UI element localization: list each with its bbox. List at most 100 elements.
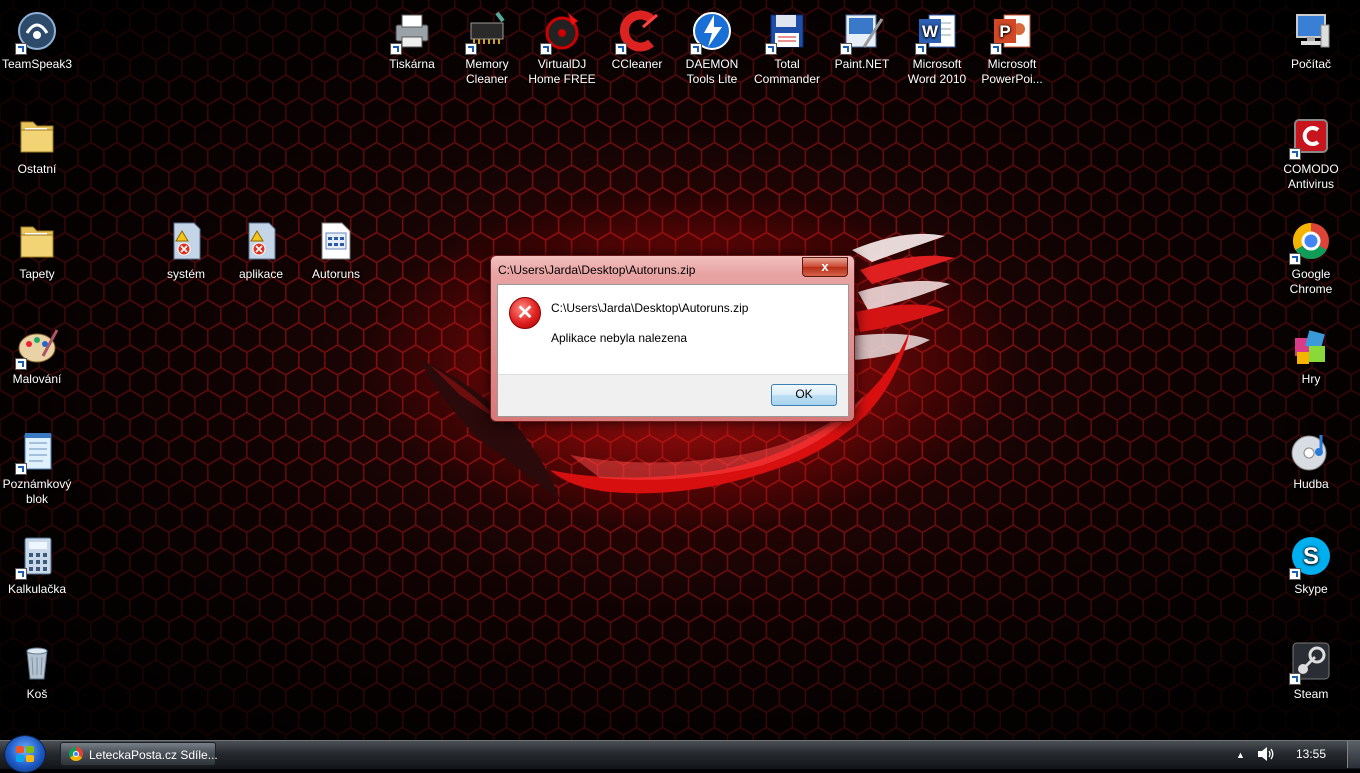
svg-text:S: S: [1303, 543, 1319, 570]
desktop-icon-ccleaner[interactable]: CCleaner: [600, 7, 674, 72]
desktop-icon-powerpoint[interactable]: P Microsoft PowerPoi...: [975, 7, 1049, 87]
desktop-icon-label: Malování: [12, 372, 62, 386]
desktop-icon-system[interactable]: systém: [149, 217, 223, 282]
desktop-icon-steam[interactable]: Steam: [1274, 637, 1348, 702]
shortcut-arrow-icon: [15, 43, 27, 55]
desktop-icon-kalkulacka[interactable]: Kalkulačka: [0, 532, 74, 597]
shortcut-arrow-icon: [990, 43, 1002, 55]
notepad-icon: [13, 427, 61, 475]
desktop-icon-label: Paint.NET: [834, 57, 890, 71]
floppy-disk-icon: [763, 7, 811, 55]
desktop-icon-label: Google Chrome: [1289, 267, 1333, 296]
shortcut-arrow-icon: [765, 43, 777, 55]
computer-icon: [1287, 7, 1335, 55]
dialog-message: Aplikace nebyla nalezena: [551, 331, 688, 345]
show-desktop-button[interactable]: [1347, 741, 1360, 768]
ccleaner-icon: [613, 7, 661, 55]
paint-net-icon: [838, 7, 886, 55]
desktop-icon-skype[interactable]: S Skype: [1274, 532, 1348, 597]
dialog-body: ✕ C:\Users\Jarda\Desktop\Autoruns.zip Ap…: [497, 284, 849, 417]
desktop-icon-daemon-tools[interactable]: DAEMON Tools Lite: [675, 7, 749, 87]
show-hidden-icons-arrow-icon[interactable]: ▲: [1236, 750, 1245, 760]
desktop-icon-google-chrome[interactable]: Google Chrome: [1274, 217, 1348, 297]
folder-icon: [13, 112, 61, 160]
desktop-icon-hry[interactable]: Hry: [1274, 322, 1348, 387]
desktop-icon-word-2010[interactable]: W Microsoft Word 2010: [900, 7, 974, 87]
shortcut-arrow-icon: [15, 358, 27, 370]
desktop-icon-label: TeamSpeak3: [1, 57, 73, 71]
shortcut-arrow-icon: [15, 463, 27, 475]
desktop-icon-label: Autoruns: [311, 267, 361, 281]
desktop-icon-label: Ostatní: [17, 162, 57, 176]
dialog-title: C:\Users\Jarda\Desktop\Autoruns.zip: [498, 263, 696, 277]
desktop-icon-label: VirtualDJ Home FREE: [528, 57, 596, 86]
shortcut-arrow-icon: [915, 43, 927, 55]
taskbar-window-label: LeteckaPosta.cz Sdíle...: [89, 748, 218, 762]
desktop-icon-label: Steam: [1293, 687, 1329, 701]
svg-text:W: W: [922, 22, 939, 41]
chrome-icon: [1287, 217, 1335, 265]
shortcut-arrow-icon: [15, 568, 27, 580]
desktop-icon-autoruns[interactable]: Autoruns: [299, 217, 373, 282]
desktop-icon-total-commander[interactable]: Total Commander: [750, 7, 824, 87]
desktop-icon-label: CCleaner: [611, 57, 663, 71]
powerpoint-icon: P: [988, 7, 1036, 55]
taskbar: LeteckaPosta.cz Sdíle... ▲ 13:55: [0, 735, 1360, 773]
desktop-icon-kos[interactable]: Koš: [0, 637, 74, 702]
desktop-icon-label: Microsoft Word 2010: [907, 57, 967, 86]
desktop-icon-label: COMODO Antivirus: [1283, 162, 1339, 191]
desktop-icon-label: Počítač: [1290, 57, 1332, 71]
desktop-icon-pocitac[interactable]: Počítač: [1274, 7, 1348, 72]
desktop-icon-malovani[interactable]: Malování: [0, 322, 74, 387]
desktop-icon-hudba[interactable]: Hudba: [1274, 427, 1348, 492]
clock[interactable]: 13:55: [1296, 747, 1326, 761]
desktop-icon-label: Total Commander: [753, 57, 821, 86]
desktop-icon-teamspeak[interactable]: TeamSpeak3: [0, 7, 74, 72]
desktop-icon-tapety[interactable]: Tapety: [0, 217, 74, 282]
word-icon: W: [913, 7, 961, 55]
warning-document-icon: [162, 217, 210, 265]
comodo-icon: [1287, 112, 1335, 160]
desktop-icon-label: Tapety: [19, 267, 55, 281]
printer-icon: [388, 7, 436, 55]
shortcut-arrow-icon: [540, 43, 552, 55]
dialog-path-text: C:\Users\Jarda\Desktop\Autoruns.zip: [551, 301, 749, 315]
error-dialog: C:\Users\Jarda\Desktop\Autoruns.zip x ✕ …: [490, 255, 855, 422]
memory-chip-icon: [463, 7, 511, 55]
volume-icon[interactable]: [1257, 746, 1275, 762]
desktop-icon-label: Hudba: [1293, 477, 1329, 491]
desktop-icon-virtualdj[interactable]: VirtualDJ Home FREE: [525, 7, 599, 87]
ok-button[interactable]: OK: [771, 384, 837, 406]
desktop-icon-label: Tiskárna: [389, 57, 435, 71]
daemon-tools-icon: [688, 7, 736, 55]
desktop-icon-aplikace[interactable]: aplikace: [224, 217, 298, 282]
shortcut-arrow-icon: [1289, 568, 1301, 580]
desktop-icon-memory-cleaner[interactable]: Memory Cleaner: [450, 7, 524, 87]
shortcut-arrow-icon: [1289, 253, 1301, 265]
shortcut-arrow-icon: [465, 43, 477, 55]
start-button[interactable]: [4, 735, 46, 773]
windows-logo-icon: [16, 746, 34, 762]
shortcut-arrow-icon: [1289, 673, 1301, 685]
desktop-icon-label: aplikace: [238, 267, 284, 281]
desktop-icon-label: Poznámkový blok: [2, 477, 72, 506]
autoruns-file-icon: [312, 217, 360, 265]
desktop-icon-comodo[interactable]: COMODO Antivirus: [1274, 112, 1348, 192]
desktop-icon-paint-net[interactable]: Paint.NET: [825, 7, 899, 72]
taskbar-button-chrome[interactable]: LeteckaPosta.cz Sdíle...: [60, 742, 218, 766]
folder-icon: [13, 217, 61, 265]
warning-document-icon: [237, 217, 285, 265]
desktop-icon-tiskarna[interactable]: Tiskárna: [375, 7, 449, 72]
desktop-icon-label: systém: [166, 267, 205, 281]
desktop-icon-label: Hry: [1301, 372, 1321, 386]
paint-palette-icon: [13, 322, 61, 370]
games-icon: [1287, 322, 1335, 370]
desktop-icon-ostatni[interactable]: Ostatní: [0, 112, 74, 177]
calculator-icon: [13, 532, 61, 580]
desktop-icon-poznamkovy-blok[interactable]: Poznámkový blok: [0, 427, 74, 507]
shortcut-arrow-icon: [615, 43, 627, 55]
dialog-footer: OK: [498, 374, 848, 416]
close-button[interactable]: x: [802, 257, 848, 277]
shortcut-arrow-icon: [1289, 148, 1301, 160]
virtualdj-icon: [538, 7, 586, 55]
